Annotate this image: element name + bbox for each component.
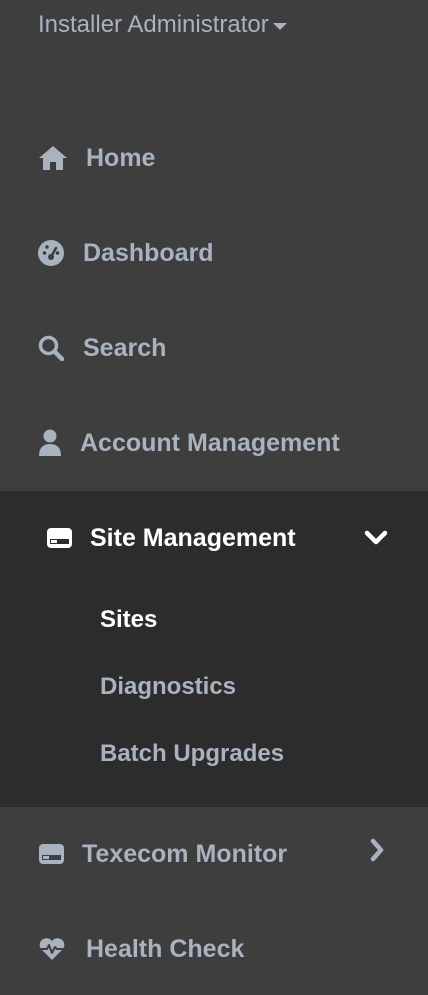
nav-item-search[interactable]: Search	[0, 318, 428, 378]
chevron-right-icon[interactable]	[368, 838, 386, 862]
sub-item-diagnostics[interactable]: Diagnostics	[100, 673, 236, 701]
nav-label-dashboard: Dashboard	[83, 238, 214, 267]
nav-label-health-check: Health Check	[86, 934, 245, 963]
nav-item-account-management[interactable]: Account Management	[0, 413, 428, 473]
chevron-down-icon[interactable]	[364, 526, 388, 550]
nav-item-health-check[interactable]: Health Check	[0, 919, 428, 979]
nav-label-home: Home	[86, 143, 156, 172]
nav-item-dashboard[interactable]: Dashboard	[0, 223, 428, 283]
hdd-icon	[38, 843, 65, 865]
nav-label-account-management: Account Management	[80, 428, 340, 457]
nav-label-texecom-monitor: Texecom Monitor	[82, 839, 288, 868]
nav-label-search: Search	[83, 333, 167, 362]
user-icon	[38, 429, 62, 457]
search-icon	[38, 335, 64, 361]
nav-item-home[interactable]: Home	[0, 128, 428, 188]
sidebar: Installer Administrator Home Dashboard S…	[0, 0, 428, 995]
caret-down-icon	[272, 23, 287, 30]
site-management-group: Site Management Sites Diagnostics Batch …	[0, 491, 428, 807]
sub-item-sites[interactable]: Sites	[100, 606, 157, 634]
user-menu-dropdown[interactable]: Installer Administrator	[38, 10, 287, 40]
user-menu-label: Installer Administrator	[38, 11, 269, 38]
sub-item-batch-upgrades[interactable]: Batch Upgrades	[100, 740, 284, 768]
home-icon	[38, 143, 68, 173]
nav-label-site-management: Site Management	[90, 523, 296, 552]
dashboard-icon	[38, 240, 64, 266]
heartbeat-icon	[38, 936, 66, 962]
nav-item-site-management[interactable]: Site Management	[0, 508, 428, 568]
nav-item-texecom-monitor[interactable]: Texecom Monitor	[0, 824, 428, 884]
hdd-icon	[46, 527, 73, 549]
